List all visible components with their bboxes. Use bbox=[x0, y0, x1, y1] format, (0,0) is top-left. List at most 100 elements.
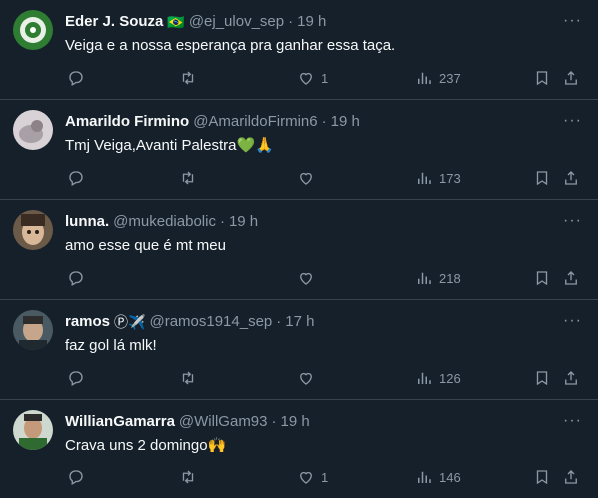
more-icon[interactable]: ··· bbox=[563, 412, 582, 430]
retweet-button[interactable] bbox=[179, 369, 197, 387]
tweet-actions: 218 bbox=[65, 269, 582, 289]
views-button[interactable]: 173 bbox=[415, 169, 461, 187]
reply-icon bbox=[69, 470, 83, 485]
like-count: 1 bbox=[321, 469, 329, 485]
share-button[interactable] bbox=[562, 69, 580, 87]
bookmark-button[interactable] bbox=[533, 468, 551, 486]
author-handle[interactable]: @mukediabolic bbox=[113, 212, 216, 232]
tweet-actions: 1 146 bbox=[65, 468, 582, 488]
author-name[interactable]: lunna. bbox=[65, 212, 109, 232]
bookmark-button[interactable] bbox=[533, 169, 551, 187]
reply-icon bbox=[69, 271, 83, 286]
retweet-icon bbox=[182, 171, 194, 185]
avatar[interactable] bbox=[13, 110, 53, 150]
reply-tweet[interactable]: WillianGamarra @WillGam93 · 19 h ··· Cra… bbox=[0, 400, 598, 498]
more-icon[interactable]: ··· bbox=[563, 112, 582, 130]
tweet-time[interactable]: 19 h bbox=[229, 212, 258, 232]
separator-dot: · bbox=[276, 313, 282, 330]
share-button[interactable] bbox=[562, 269, 580, 287]
reply-tweet[interactable]: Amarildo Firmino @AmarildoFirmin6 · 19 h… bbox=[0, 100, 598, 200]
separator-dot: · bbox=[288, 13, 294, 30]
reply-tweet[interactable]: lunna. @mukediabolic · 19 h ··· amo esse… bbox=[0, 200, 598, 300]
views-count: 173 bbox=[439, 170, 461, 186]
retweet-icon bbox=[182, 71, 194, 85]
author-handle[interactable]: @WillGam93 bbox=[179, 412, 268, 432]
share-icon bbox=[565, 271, 577, 285]
tweet-actions: 126 bbox=[65, 369, 582, 389]
author-handle[interactable]: @ramos1914_sep bbox=[149, 312, 272, 332]
like-icon bbox=[300, 272, 312, 285]
views-icon bbox=[418, 72, 431, 84]
reply-tweet[interactable]: Eder J. Souza 🇧🇷 @ej_ulov_sep · 19 h ···… bbox=[0, 0, 598, 100]
tweet-text: Tmj Veiga,Avanti Palestra💚🙏 bbox=[65, 137, 274, 154]
author-name[interactable]: WillianGamarra bbox=[65, 412, 175, 432]
tweet-time[interactable]: 19 h bbox=[281, 412, 310, 432]
share-button[interactable] bbox=[562, 369, 580, 387]
bookmark-icon bbox=[536, 171, 548, 186]
share-button[interactable] bbox=[562, 468, 580, 486]
reply-button[interactable] bbox=[67, 269, 85, 287]
tweet-text: amo esse que é mt meu bbox=[65, 237, 226, 254]
retweet-button[interactable] bbox=[179, 69, 197, 87]
author-badge: Ⓟ✈️ bbox=[114, 314, 146, 330]
author-name[interactable]: Eder J. Souza bbox=[65, 12, 163, 32]
bookmark-button[interactable] bbox=[533, 69, 551, 87]
avatar[interactable] bbox=[13, 410, 53, 450]
avatar[interactable] bbox=[13, 210, 53, 250]
author-handle[interactable]: @AmarildoFirmin6 bbox=[193, 112, 317, 132]
retweet-icon bbox=[182, 371, 194, 385]
like-icon bbox=[300, 172, 312, 185]
author-badge: 🇧🇷 bbox=[167, 14, 185, 30]
share-button[interactable] bbox=[562, 169, 580, 187]
like-button[interactable]: 1 bbox=[297, 69, 328, 87]
more-icon[interactable]: ··· bbox=[563, 312, 582, 330]
views-icon bbox=[418, 471, 431, 483]
author-name[interactable]: Amarildo Firmino bbox=[65, 112, 189, 132]
tweet-header: Eder J. Souza 🇧🇷 @ej_ulov_sep · 19 h bbox=[65, 12, 326, 32]
like-icon bbox=[300, 471, 312, 484]
bookmark-icon bbox=[536, 271, 548, 286]
like-button[interactable] bbox=[297, 269, 315, 287]
views-button[interactable]: 218 bbox=[415, 269, 461, 287]
like-button[interactable] bbox=[297, 169, 315, 187]
separator-dot: · bbox=[271, 413, 277, 430]
reply-button[interactable] bbox=[67, 468, 85, 486]
views-icon bbox=[418, 372, 431, 384]
more-icon[interactable]: ··· bbox=[563, 12, 582, 30]
retweet-button[interactable] bbox=[179, 468, 197, 486]
views-button[interactable]: 237 bbox=[415, 69, 461, 87]
tweet-time[interactable]: 19 h bbox=[297, 12, 326, 32]
reply-tweet[interactable]: ramos Ⓟ✈️ @ramos1914_sep · 17 h ··· faz … bbox=[0, 300, 598, 400]
views-button[interactable]: 126 bbox=[415, 369, 461, 387]
tweet-time[interactable]: 19 h bbox=[331, 112, 360, 132]
bookmark-button[interactable] bbox=[533, 369, 551, 387]
share-icon bbox=[565, 71, 577, 85]
views-count: 218 bbox=[439, 270, 461, 286]
bookmark-icon bbox=[536, 470, 548, 485]
share-icon bbox=[565, 371, 577, 385]
more-icon[interactable]: ··· bbox=[563, 212, 582, 230]
reply-button[interactable] bbox=[67, 169, 85, 187]
like-button[interactable]: 1 bbox=[297, 468, 328, 486]
tweet-time[interactable]: 17 h bbox=[285, 312, 314, 332]
tweet-header: Amarildo Firmino @AmarildoFirmin6 · 19 h bbox=[65, 112, 360, 132]
bookmark-icon bbox=[536, 71, 548, 86]
like-button[interactable] bbox=[297, 369, 315, 387]
reply-icon bbox=[69, 171, 83, 186]
views-button[interactable]: 146 bbox=[415, 468, 461, 486]
avatar[interactable] bbox=[13, 10, 53, 50]
reply-button[interactable] bbox=[67, 69, 85, 87]
tweet-text: faz gol lá mlk! bbox=[65, 337, 157, 354]
bookmark-icon bbox=[536, 371, 548, 386]
bookmark-button[interactable] bbox=[533, 269, 551, 287]
reply-feed: Eder J. Souza 🇧🇷 @ej_ulov_sep · 19 h ···… bbox=[0, 0, 598, 498]
tweet-header: ramos Ⓟ✈️ @ramos1914_sep · 17 h bbox=[65, 312, 314, 332]
author-name[interactable]: ramos bbox=[65, 312, 110, 332]
views-icon bbox=[418, 272, 431, 284]
separator-dot: · bbox=[321, 113, 327, 130]
reply-button[interactable] bbox=[67, 369, 85, 387]
author-handle[interactable]: @ej_ulov_sep bbox=[189, 12, 284, 32]
separator-dot: · bbox=[219, 213, 225, 230]
retweet-button[interactable] bbox=[179, 169, 197, 187]
avatar[interactable] bbox=[13, 310, 53, 350]
